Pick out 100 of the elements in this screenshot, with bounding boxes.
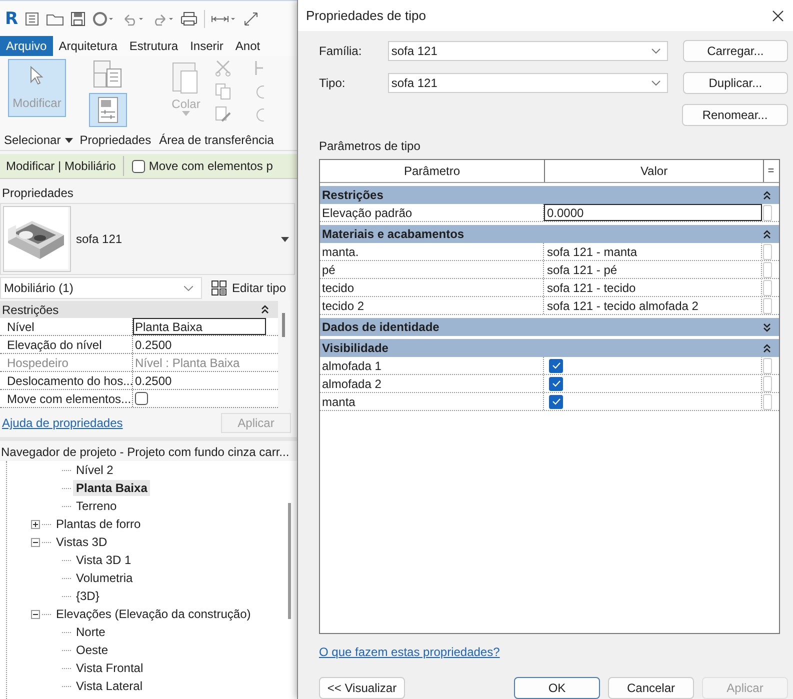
dialog-button[interactable]: << Visualizar (319, 677, 405, 699)
brush-icon[interactable] (214, 105, 232, 123)
column-header[interactable]: Valor (545, 160, 764, 182)
parameter-name: pé (320, 261, 544, 278)
tree-item[interactable]: Nível 2 (73, 462, 116, 478)
group-title: Restrições (2, 302, 59, 316)
dialog-button[interactable]: Cancelar (608, 677, 694, 699)
ribbon-tab[interactable]: Anot (229, 36, 266, 56)
properties-button[interactable] (89, 93, 127, 127)
collapse-icon[interactable] (31, 610, 40, 618)
checkbox[interactable] (549, 376, 563, 390)
property-name: Deslocamento do hos... (0, 372, 133, 389)
edit-type-button[interactable]: Editar tipo (202, 280, 286, 296)
ribbon-tab[interactable]: Estrutura (123, 36, 184, 56)
save-icon[interactable] (70, 10, 86, 26)
collapse-icon[interactable] (31, 538, 40, 546)
parameter-name: almofada 2 (320, 375, 544, 392)
tree-item[interactable]: Oeste (73, 642, 112, 658)
filter-dropdown[interactable]: Mobiliário (1) (0, 277, 202, 299)
help-link[interactable]: Ajuda de propriedades (2, 416, 123, 430)
tree-item[interactable]: Vistas 3D (53, 534, 110, 550)
tree-item[interactable]: Terreno (73, 498, 120, 514)
panel-title: Propriedades (1, 185, 74, 202)
column-header[interactable]: Parâmetro (320, 160, 545, 182)
checkbox[interactable] (549, 358, 563, 372)
expand-icon[interactable] (31, 520, 40, 528)
parameter-name: manta (320, 393, 544, 410)
group-title: Restrições (322, 188, 384, 202)
scrollbar-thumb[interactable] (282, 313, 285, 337)
dialog-button[interactable]: Duplicar... (682, 72, 788, 94)
checkbox[interactable] (549, 394, 563, 408)
group-header[interactable]: Restrições (320, 186, 779, 204)
panel-title: Navegador de projeto - Projeto com fundo cinza carr... (0, 441, 297, 461)
tree-item[interactable]: Vista Frontal (73, 660, 146, 676)
tree-item[interactable]: Elevações (Elevação da construção) (53, 606, 254, 622)
collapse-icon[interactable] (261, 305, 269, 314)
close-icon[interactable] (772, 10, 784, 22)
printer-icon[interactable] (180, 10, 198, 26)
help-link[interactable]: O que fazem estas propriedades? (319, 645, 500, 659)
ribbon-tab[interactable]: Inserir (184, 36, 230, 56)
group-header[interactable]: Restrições (0, 301, 278, 318)
group-title: Materiais e acabamentos (322, 227, 464, 241)
ribbon-tab[interactable]: Arquitetura (52, 36, 124, 56)
parameter-value[interactable]: 0.0000 (544, 204, 762, 221)
column-header[interactable]: = (764, 160, 778, 182)
property-value[interactable]: 0.2500 (133, 372, 266, 389)
parameter-value[interactable]: sofa 121 - tecido (544, 279, 762, 296)
check-icon (552, 398, 560, 405)
ribbon-tab[interactable]: Arquivo (0, 36, 53, 56)
tree-item[interactable]: Vista Lateral (73, 678, 146, 694)
property-value[interactable]: 0.2500 (133, 336, 266, 353)
rename-button[interactable]: Renomear... (682, 104, 788, 126)
document-icon[interactable] (24, 10, 40, 26)
scrollbar-thumb[interactable] (288, 503, 291, 619)
type-selector[interactable]: sofa 121 (0, 203, 295, 275)
field-label: Tipo: (319, 76, 346, 90)
group-header[interactable]: Materiais e acabamentos (320, 225, 779, 243)
parameter-name: tecido 2 (320, 297, 544, 314)
panel-label: Área de transferência (159, 133, 274, 148)
option-label[interactable]: Move com elementos p (148, 159, 273, 173)
group-title: Visibilidade (322, 341, 388, 355)
checkbox[interactable] (135, 392, 148, 405)
app-logo[interactable]: R (5, 8, 18, 28)
checkbox[interactable] (132, 160, 145, 172)
chevron-down-icon[interactable] (650, 80, 661, 86)
parameter-name: tecido (320, 279, 544, 296)
panel-label[interactable]: Selecionar (4, 133, 61, 148)
collapse-icon[interactable] (763, 190, 771, 200)
dropdown-field[interactable]: sofa 121 (388, 73, 668, 93)
chevron-down-icon[interactable] (650, 48, 661, 54)
tree-item[interactable]: Plantas de forro (53, 516, 144, 532)
dialog-button[interactable]: OK (514, 677, 600, 699)
tree-item[interactable]: {3D} (73, 588, 102, 604)
chevron-down-icon[interactable] (184, 286, 193, 290)
tree-item[interactable]: Norte (73, 624, 108, 640)
tree-item[interactable]: Volumetria (73, 570, 136, 586)
collapse-icon[interactable] (763, 230, 771, 238)
group-header[interactable]: Visibilidade (320, 339, 779, 357)
cursor-icon (29, 66, 45, 86)
property-value[interactable]: Planta Baixa (133, 318, 266, 335)
caret-icon[interactable] (64, 138, 73, 143)
property-name: Hospedeiro (0, 354, 133, 371)
property-name: Elevação do nível (0, 336, 133, 353)
expand-icon[interactable] (763, 322, 771, 332)
type-name: sofa 121 (76, 232, 124, 246)
tree-item[interactable]: Planta Baixa (73, 480, 150, 496)
check-icon (552, 362, 560, 369)
dropdown-field[interactable]: sofa 121 (388, 41, 668, 61)
parameter-name: Elevação padrão (320, 204, 544, 221)
group-header[interactable]: Dados de identidade (320, 318, 779, 336)
section-label: Parâmetros de tipo (319, 139, 422, 153)
tree-item[interactable]: Vista 3D 1 (73, 552, 134, 568)
collapse-icon[interactable] (763, 344, 771, 352)
caret-icon[interactable] (281, 236, 289, 242)
parameter-value[interactable]: sofa 121 - manta (544, 243, 762, 260)
parameter-name: almofada 1 (320, 357, 544, 374)
parameter-value[interactable]: sofa 121 - tecido almofada 2 (544, 297, 762, 314)
dimension-icon[interactable] (243, 10, 260, 26)
parameter-value[interactable]: sofa 121 - pé (544, 261, 762, 278)
dialog-button[interactable]: Carregar... (682, 40, 788, 62)
